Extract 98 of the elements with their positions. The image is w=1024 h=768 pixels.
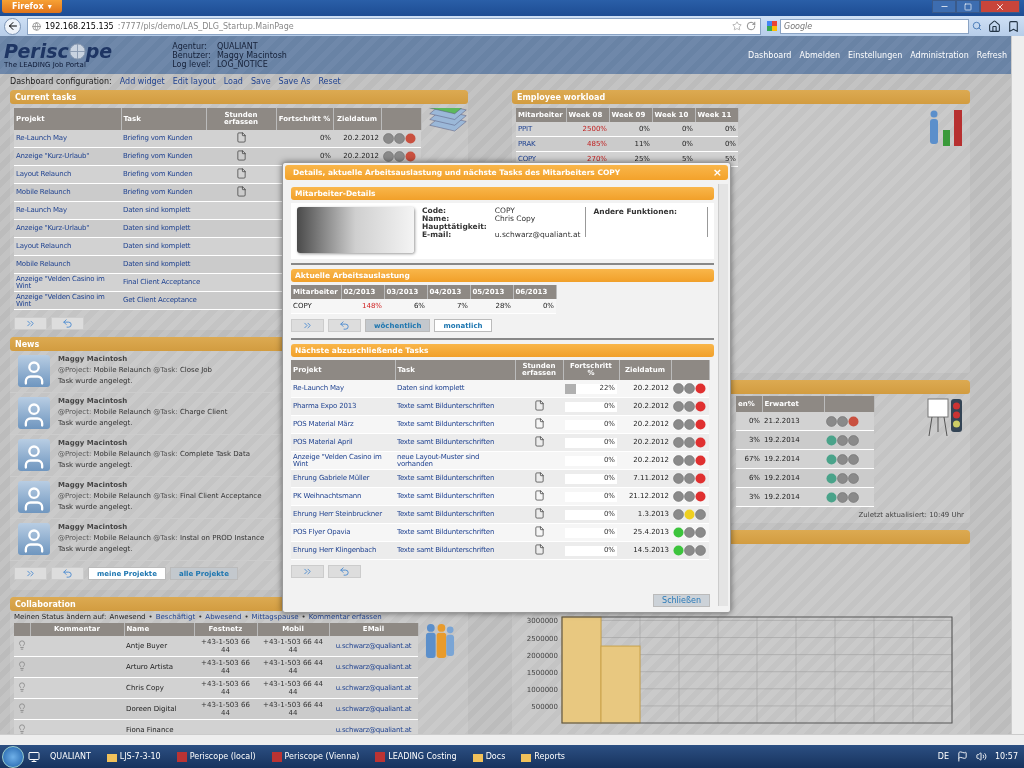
minimize-button[interactable] — [932, 0, 956, 13]
chevrons-icon — [25, 318, 36, 329]
back-icon — [6, 20, 19, 32]
avatar-icon — [18, 439, 50, 471]
info-label: Log level: — [172, 59, 211, 69]
taskbar-item[interactable]: LEADING Costing — [369, 747, 463, 766]
bookmark-icon — [1007, 19, 1020, 33]
bookmarks-button[interactable] — [1007, 19, 1020, 33]
config-link[interactable]: Save — [250, 76, 271, 86]
globe-icon — [32, 21, 41, 31]
document-icon[interactable] — [533, 436, 545, 447]
document-icon[interactable] — [533, 508, 545, 519]
nav-link[interactable]: Administration — [910, 50, 969, 60]
close-button[interactable] — [980, 0, 1020, 13]
search-field[interactable]: Google — [780, 18, 969, 34]
undo-button[interactable] — [51, 317, 84, 330]
app-icon — [271, 751, 282, 762]
lightbulb-icon[interactable] — [17, 703, 27, 713]
config-link[interactable]: Reset — [318, 76, 341, 86]
home-button[interactable] — [988, 19, 1001, 33]
document-icon[interactable] — [533, 472, 545, 483]
folder-stack-icon — [427, 108, 468, 132]
speaker-icon[interactable] — [975, 751, 987, 762]
app-icon — [375, 751, 386, 762]
config-link[interactable]: Save As — [278, 76, 311, 86]
info-value: Maggy Macintosh — [216, 50, 287, 60]
logo-text: pe — [85, 41, 113, 61]
logo-text: Perisc — [4, 41, 69, 61]
reload-icon[interactable] — [746, 21, 756, 31]
config-link[interactable]: Add widget — [119, 76, 165, 86]
document-icon[interactable] — [235, 168, 247, 179]
document-icon[interactable] — [235, 132, 247, 143]
taskbar-item[interactable]: QUALIANT — [44, 747, 97, 766]
avatar-icon — [18, 523, 50, 555]
search-icon — [972, 21, 982, 31]
taskbar-item[interactable]: Periscope (local) — [170, 747, 262, 766]
home-icon — [988, 19, 1001, 33]
nav-link[interactable]: Refresh — [976, 50, 1007, 60]
people-icon — [424, 623, 455, 659]
undo-button[interactable] — [51, 567, 84, 580]
url-host: 192.168.215.135 — [45, 21, 114, 31]
url-path: :7777/pls/demo/LAS_DLG_Startup.MainPage — [117, 21, 294, 31]
info-value: LOG_NOTICE — [216, 59, 269, 69]
info-label: Benutzer: — [172, 50, 211, 60]
maximize-button[interactable] — [956, 0, 980, 13]
clock: 10:57 — [994, 752, 1018, 761]
nav-link[interactable]: Abmelden — [799, 50, 840, 60]
taskbar-item[interactable]: Periscope (Vienna) — [265, 747, 366, 766]
bookmark-star-icon[interactable] — [732, 21, 742, 31]
info-label: Agentur: — [172, 41, 207, 51]
desktop-icon[interactable] — [28, 750, 40, 763]
address-field[interactable]: 192.168.215.135 :7777/pls/demo/LAS_DLG_Startup.MainPage — [27, 17, 761, 35]
nav-link[interactable]: Dashboard — [748, 50, 792, 60]
document-icon[interactable] — [533, 490, 545, 501]
document-icon[interactable] — [533, 544, 545, 555]
undo-button[interactable] — [328, 565, 361, 578]
config-link[interactable]: Edit layout — [172, 76, 216, 86]
folder-icon — [521, 751, 532, 762]
document-icon[interactable] — [235, 150, 247, 161]
config-label: Dashboard configuration: — [10, 76, 112, 86]
chevrons-icon — [25, 568, 36, 579]
search-engine-icon — [767, 21, 777, 31]
language-indicator: DE — [937, 752, 949, 761]
document-icon[interactable] — [533, 526, 545, 537]
avatar-icon — [18, 355, 50, 387]
maximize-icon — [964, 2, 972, 11]
undo-icon — [339, 566, 350, 577]
chevrons-icon — [302, 320, 313, 331]
document-icon[interactable] — [533, 400, 545, 411]
taskbar-item[interactable]: Docs — [466, 747, 512, 766]
panel-title: Employee workload — [512, 90, 970, 104]
chevrons-icon — [302, 566, 313, 577]
document-icon[interactable] — [235, 186, 247, 197]
flag-icon[interactable] — [956, 751, 968, 762]
avatar-icon — [18, 481, 50, 513]
lightbulb-icon[interactable] — [17, 640, 27, 650]
folder-icon — [106, 751, 117, 762]
back-button[interactable] — [4, 17, 21, 35]
undo-icon — [339, 320, 350, 331]
undo-button[interactable] — [328, 319, 361, 332]
app-icon — [176, 751, 187, 762]
document-icon[interactable] — [533, 418, 545, 429]
start-button[interactable] — [2, 745, 24, 768]
lightbulb-icon[interactable] — [17, 724, 27, 734]
lightbulb-icon[interactable] — [17, 661, 27, 671]
avatar-icon — [18, 397, 50, 429]
folder-icon — [472, 751, 483, 762]
taskbar-item[interactable]: Reports — [515, 747, 571, 766]
undo-icon — [62, 318, 73, 329]
nav-link[interactable]: Einstellungen — [848, 50, 903, 60]
taskbar-item[interactable]: LJS-7-3-10 — [100, 747, 167, 766]
panel-title: Current tasks — [10, 90, 468, 104]
globe-logo-icon — [68, 42, 86, 60]
info-value: QUALIANT — [216, 41, 259, 51]
undo-icon — [62, 568, 73, 579]
lightbulb-icon[interactable] — [17, 682, 27, 692]
config-link[interactable]: Load — [223, 76, 243, 86]
close-icon — [995, 1, 1005, 12]
